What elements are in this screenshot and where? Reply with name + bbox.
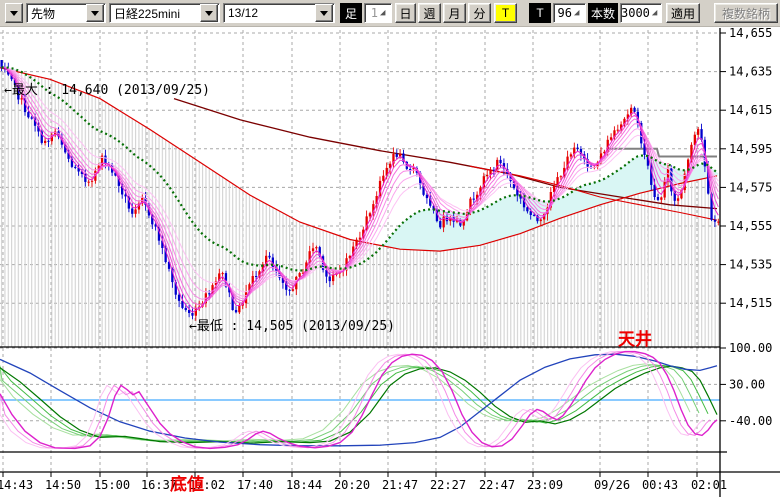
contract-month-value: 13/12 bbox=[228, 6, 258, 20]
spinner-icon[interactable]: ◢ bbox=[574, 6, 584, 20]
svg-text:天井: 天井 bbox=[618, 329, 652, 350]
svg-text:14,555: 14,555 bbox=[729, 219, 772, 233]
instrument-select[interactable]: 日経225mini bbox=[109, 3, 220, 23]
chevron-down-icon bbox=[10, 11, 18, 16]
svg-text:22:47: 22:47 bbox=[479, 478, 515, 492]
period-tick-button[interactable]: T bbox=[494, 3, 517, 23]
svg-text:14,595: 14,595 bbox=[729, 142, 772, 156]
spinner-icon[interactable]: ◢ bbox=[380, 6, 390, 20]
svg-text:15:00: 15:00 bbox=[94, 478, 130, 492]
svg-text:14,535: 14,535 bbox=[729, 258, 772, 272]
svg-text:-40.00: -40.00 bbox=[729, 414, 772, 428]
chevron-down-icon[interactable] bbox=[86, 4, 104, 22]
svg-text:100.00: 100.00 bbox=[729, 341, 772, 355]
period-month-button[interactable]: 月 bbox=[443, 3, 466, 23]
svg-text:14,635: 14,635 bbox=[729, 65, 772, 79]
bar-interval-input[interactable]: 1 ◢ bbox=[364, 3, 392, 23]
multi-symbol-button[interactable]: 複数銘柄 bbox=[714, 3, 778, 23]
svg-text:←最低 : 14,505 (2013/09/25): ←最低 : 14,505 (2013/09/25) bbox=[189, 319, 395, 334]
tick-size-label: T bbox=[529, 3, 551, 23]
instrument-type-value: 先物 bbox=[31, 5, 55, 22]
svg-text:14,575: 14,575 bbox=[729, 180, 772, 194]
svg-text:21:47: 21:47 bbox=[382, 478, 418, 492]
period-week-button[interactable]: 週 bbox=[418, 3, 441, 23]
chevron-down-icon bbox=[205, 11, 213, 16]
apply-button[interactable]: 適用 bbox=[666, 3, 700, 23]
bar-interval-value: 1 bbox=[365, 6, 380, 20]
mini-symbol-dropdown[interactable] bbox=[5, 3, 23, 23]
chart-app: 先物 日経225mini 13/12 足 1 ◢ 日 週 月 分 T T 96 … bbox=[0, 0, 780, 500]
svg-text:14,515: 14,515 bbox=[729, 296, 772, 310]
bar-count-value: 3000 bbox=[621, 6, 652, 20]
contract-month-select[interactable]: 13/12 bbox=[223, 3, 335, 23]
chevron-down-icon bbox=[320, 11, 328, 16]
svg-text:09/26: 09/26 bbox=[594, 478, 630, 492]
svg-text:←最大 : 14,640 (2013/09/25): ←最大 : 14,640 (2013/09/25) bbox=[4, 83, 210, 98]
toolbar: 先物 日経225mini 13/12 足 1 ◢ 日 週 月 分 T T 96 … bbox=[0, 0, 780, 27]
bar-type-label: 足 bbox=[340, 3, 362, 23]
chevron-down-icon[interactable] bbox=[315, 4, 333, 22]
spinner-icon[interactable]: ◢ bbox=[652, 6, 660, 20]
svg-text:14:50: 14:50 bbox=[45, 478, 81, 492]
tick-size-value: 96 bbox=[554, 6, 574, 20]
svg-text:23:09: 23:09 bbox=[527, 478, 563, 492]
svg-text:14:43: 14:43 bbox=[0, 478, 33, 492]
period-day-button[interactable]: 日 bbox=[395, 3, 416, 23]
chart-svg: 14,655 14,635 14,615 14,595 14,575 14,555 14,5… bbox=[0, 0, 780, 500]
svg-text:17:40: 17:40 bbox=[237, 478, 273, 492]
svg-text:30.00: 30.00 bbox=[729, 377, 765, 391]
svg-text:22:27: 22:27 bbox=[430, 478, 466, 492]
svg-text:14,655: 14,655 bbox=[729, 26, 772, 40]
bar-count-label: 本数 bbox=[588, 3, 618, 23]
instrument-type-select[interactable]: 先物 bbox=[26, 3, 106, 23]
svg-text:底値: 底値 bbox=[170, 474, 204, 495]
tick-size-input[interactable]: 96 ◢ bbox=[553, 3, 586, 23]
period-minute-button[interactable]: 分 bbox=[468, 3, 491, 23]
svg-text:14,615: 14,615 bbox=[729, 103, 772, 117]
chevron-down-icon bbox=[91, 11, 99, 16]
svg-text:20:20: 20:20 bbox=[334, 478, 370, 492]
chevron-down-icon[interactable] bbox=[200, 4, 218, 22]
bar-count-input[interactable]: 3000 ◢ bbox=[620, 3, 662, 23]
instrument-value: 日経225mini bbox=[114, 5, 180, 22]
svg-text:02:01: 02:01 bbox=[691, 478, 727, 492]
svg-text:00:43: 00:43 bbox=[642, 478, 678, 492]
svg-text:18:44: 18:44 bbox=[286, 478, 322, 492]
